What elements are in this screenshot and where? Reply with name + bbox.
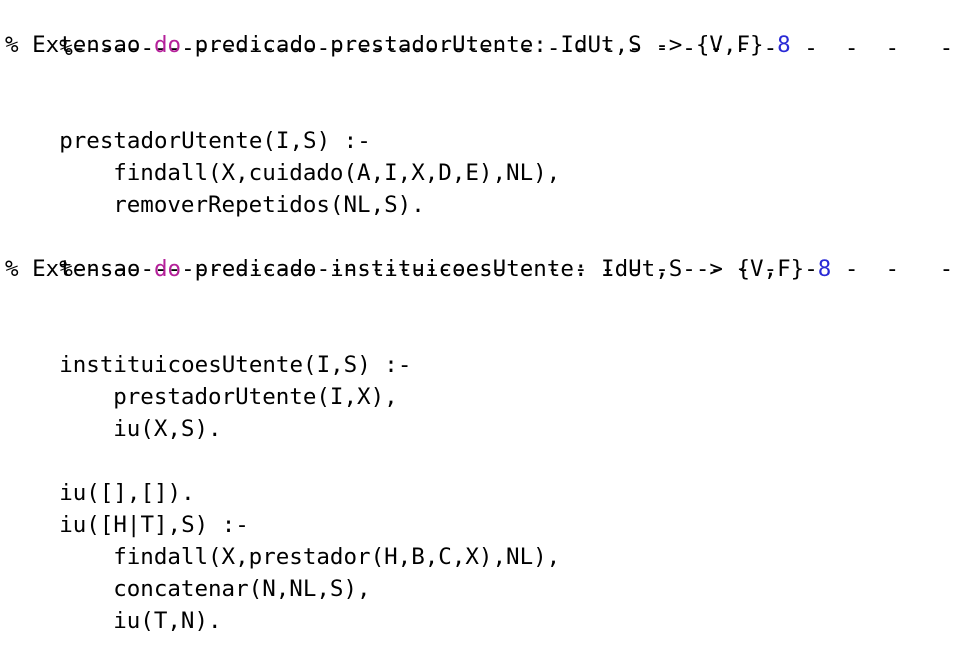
rule-body-line: prestadorUtente(I,X), xyxy=(5,349,397,410)
rule-body-line: findall(X,cuidado(A,I,X,D,E),NL), xyxy=(5,125,560,186)
rule-body: removerRepetidos(NL,S). xyxy=(113,192,425,218)
separator-line: %-------------------------------- - - - … xyxy=(5,221,953,282)
rule-head-line: instituicoesUtente(I,S) :- xyxy=(5,317,411,378)
comment-keyword: do xyxy=(154,32,182,58)
rule-head-line: prestadorUtente(I,S) :- xyxy=(5,93,371,154)
code-editor[interactable]: %-------------------------------- - - - … xyxy=(0,0,972,634)
comment-prefix: % Extensao xyxy=(5,256,155,282)
rule-body-line: concatenar(N,NL,S), xyxy=(5,541,370,602)
rule-body-line: iu(T,N). xyxy=(5,573,221,634)
fact-line: iu([],[]). xyxy=(5,445,194,506)
rule-body: iu(X,S). xyxy=(113,416,222,442)
comment-text: predicado instituicoesUtente: IdUt,S -> … xyxy=(181,256,818,282)
comment-prefix: % Extensao xyxy=(5,32,155,58)
comment-number: 8 xyxy=(817,256,832,282)
rule-head-line: iu([H|T],S) :- xyxy=(5,477,249,538)
comment-text: predicado prestadorUtente: IdUt,S -> {V,… xyxy=(181,32,778,58)
comment-line: % Extensao do predicado prestadorUtente:… xyxy=(5,29,791,61)
rule-body-line: iu(X,S). xyxy=(5,381,221,442)
comment-line: % Extensao do predicado instituicoesUten… xyxy=(5,253,831,285)
separator-line: %-------------------------------- - - - … xyxy=(5,0,953,61)
rule-body-line: findall(X,prestador(H,B,C,X),NL), xyxy=(5,509,560,570)
rule-body-line: removerRepetidos(NL,S). xyxy=(5,157,425,218)
comment-number: 8 xyxy=(777,32,791,58)
rule-body: iu(T,N). xyxy=(113,608,222,634)
comment-keyword: do xyxy=(154,256,182,282)
